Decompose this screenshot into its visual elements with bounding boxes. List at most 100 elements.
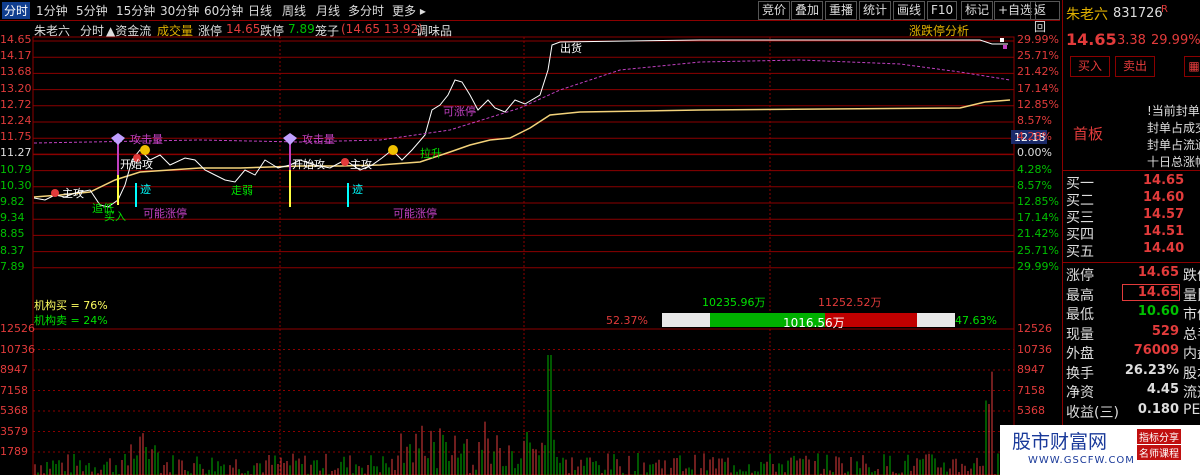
price-tick-label: 14.65 (0, 33, 32, 46)
percent-tick-label: 17.14% (1017, 211, 1059, 225)
scroll-marker (1000, 38, 1004, 42)
bid-label: 买五 (1066, 244, 1094, 260)
annotation-start-attack-2: 开始攻 (292, 157, 325, 171)
grid-icon[interactable]: ▦ (1184, 56, 1200, 77)
capital-left-pct: 52.37% (606, 314, 648, 327)
panel-stock-code: 831726 (1113, 6, 1163, 21)
annotation-pull-up: 拉升 (420, 146, 442, 160)
intraday-chart: 主攻 追低 买入 开始攻 攻击量 迹 可能涨停 走弱 开始攻 攻击量 主攻 迹 … (32, 36, 1047, 475)
price-tick-label: 11.75 (0, 130, 32, 144)
price-tick-label: 7.89 (0, 259, 25, 273)
stat-value: 14.65 (1122, 283, 1180, 301)
watermark-tag-2: 名师课程 (1137, 445, 1181, 460)
volume-tick-label-right: 10736 (1017, 342, 1052, 356)
stat-label: 外盘 (1066, 346, 1094, 362)
stat-label: 最低 (1066, 307, 1094, 323)
watermark-url: WWW.GSCFW.COM (1028, 455, 1135, 466)
price-tick-label: 14.17 (0, 49, 32, 63)
stat-value: 14.65 (1137, 265, 1179, 280)
stat-value: 10.60 (1137, 304, 1179, 319)
price-tick-label: 11.27 (0, 146, 32, 160)
annotation-can-limit: 可涨停 (443, 104, 476, 118)
percent-tick-label: 8.57% (1017, 178, 1052, 192)
price-tick-label: 12.24 (0, 114, 32, 127)
divider (1063, 262, 1200, 263)
price-tick-label: 9.34 (0, 211, 25, 225)
volume-tick-label: 5368 (0, 404, 28, 417)
diamond-icon (111, 133, 125, 145)
percent-tick-label: 29.99% (1017, 33, 1059, 46)
volume-tick-label: 12526 (0, 322, 35, 335)
stat-label: 最高 (1066, 287, 1094, 304)
panel-stock-name: 朱老六 (1066, 7, 1108, 23)
price-tick-label: 10.79 (0, 162, 32, 176)
annotation-start-attack-1: 开始攻 (120, 157, 153, 171)
board-info-4: 十日总涨幅 (1147, 155, 1200, 169)
annotation-possible-limit-1: 可能涨停 (143, 206, 187, 220)
panel-change: 3.38 (1117, 33, 1146, 48)
percent-tick-label: 25.71% (1017, 243, 1059, 257)
volume-tick-label: 10736 (0, 342, 35, 356)
watermark-tag-1: 指标分享 (1137, 429, 1181, 444)
volume-tick-label-right: 12526 (1017, 322, 1052, 335)
capital-net: 1016.56万 (783, 316, 845, 330)
stat-value: 76009 (1133, 343, 1179, 358)
price-line (33, 39, 1008, 208)
scroll-marker (1003, 45, 1007, 49)
panel-pct: 29.99% (1151, 33, 1200, 48)
org-buy-ratio: 机构买 = 76% (34, 299, 108, 312)
stat-label: 换手 (1066, 365, 1094, 382)
percent-tick-label: 21.42% (1017, 65, 1059, 79)
stat-extra-label: 流通 (1183, 385, 1200, 401)
annotation-main-attack-2: 主攻 (350, 157, 372, 171)
bid-price: 14.51 (1143, 224, 1185, 239)
stat-extra-label: 总手 (1183, 326, 1200, 343)
stat-value: 26.23% (1124, 362, 1179, 378)
buy-signal-marker (51, 189, 59, 197)
volume-tick-label-right: 8947 (1017, 363, 1045, 376)
quote-panel: 朱老六 831726 R 14.65 3.38 29.99% 买入 卖出 ▦ 首… (1062, 0, 1200, 475)
buy-signal-marker (341, 158, 349, 166)
stat-value: 4.45 (1146, 382, 1179, 397)
capital-outflow-total: 11252.52万 (818, 296, 882, 309)
percent-tick-label: 4.28% (1017, 162, 1052, 176)
price-tick-label: 12.72 (0, 97, 32, 111)
stat-label: 现量 (1066, 326, 1094, 343)
gold-signal-marker (388, 145, 398, 155)
divider (1063, 170, 1200, 171)
diamond-icon (283, 133, 297, 145)
price-tick-label: 8.85 (0, 227, 25, 241)
stat-label: 涨停 (1066, 268, 1094, 284)
volume-bars (34, 355, 999, 475)
bid-price: 14.60 (1143, 190, 1185, 205)
percent-tick-label: 21.42% (1017, 227, 1059, 241)
vertical-grid (279, 37, 771, 475)
buy-button[interactable]: 买入 (1070, 56, 1110, 77)
sell-button[interactable]: 卖出 (1115, 56, 1155, 77)
percent-tick-label: 12.85% (1017, 195, 1059, 208)
capital-bar-right-gray (917, 313, 955, 327)
panel-flag: R (1161, 4, 1168, 15)
volume-tick-label: 1789 (0, 445, 28, 458)
gold-signal-marker (140, 145, 150, 155)
stat-extra-label: PE (1183, 401, 1200, 418)
capital-right-pct: 47.63% (955, 314, 997, 327)
annotation-weaken: 走弱 (231, 184, 253, 197)
stat-extra-label: 内盘 (1183, 346, 1200, 362)
stat-value: 529 (1151, 323, 1179, 339)
annotation-trace-2: 迹 (352, 183, 363, 196)
annotation-possible-limit-2: 可能涨停 (393, 206, 437, 220)
annotation-attack-volume-1: 攻击量 (130, 132, 163, 146)
stat-label: 收益(三) (1066, 404, 1119, 421)
price-tick-label: 13.20 (0, 81, 32, 95)
annotation-distribute: 出货 (560, 41, 582, 55)
board-info-2: 封单占成交 (1147, 121, 1200, 135)
percent-tick-label: 8.57% (1017, 114, 1052, 127)
stat-label: 净资 (1066, 385, 1094, 401)
org-sell-ratio: 机构卖 = 24% (34, 314, 108, 327)
first-board-label: 首板 (1073, 125, 1104, 143)
bid-price: 14.57 (1143, 207, 1185, 222)
panel-price: 14.65 (1066, 30, 1117, 49)
capital-inflow-total: 10235.96万 (702, 296, 766, 309)
volume-tick-label-right: 7158 (1017, 383, 1045, 397)
